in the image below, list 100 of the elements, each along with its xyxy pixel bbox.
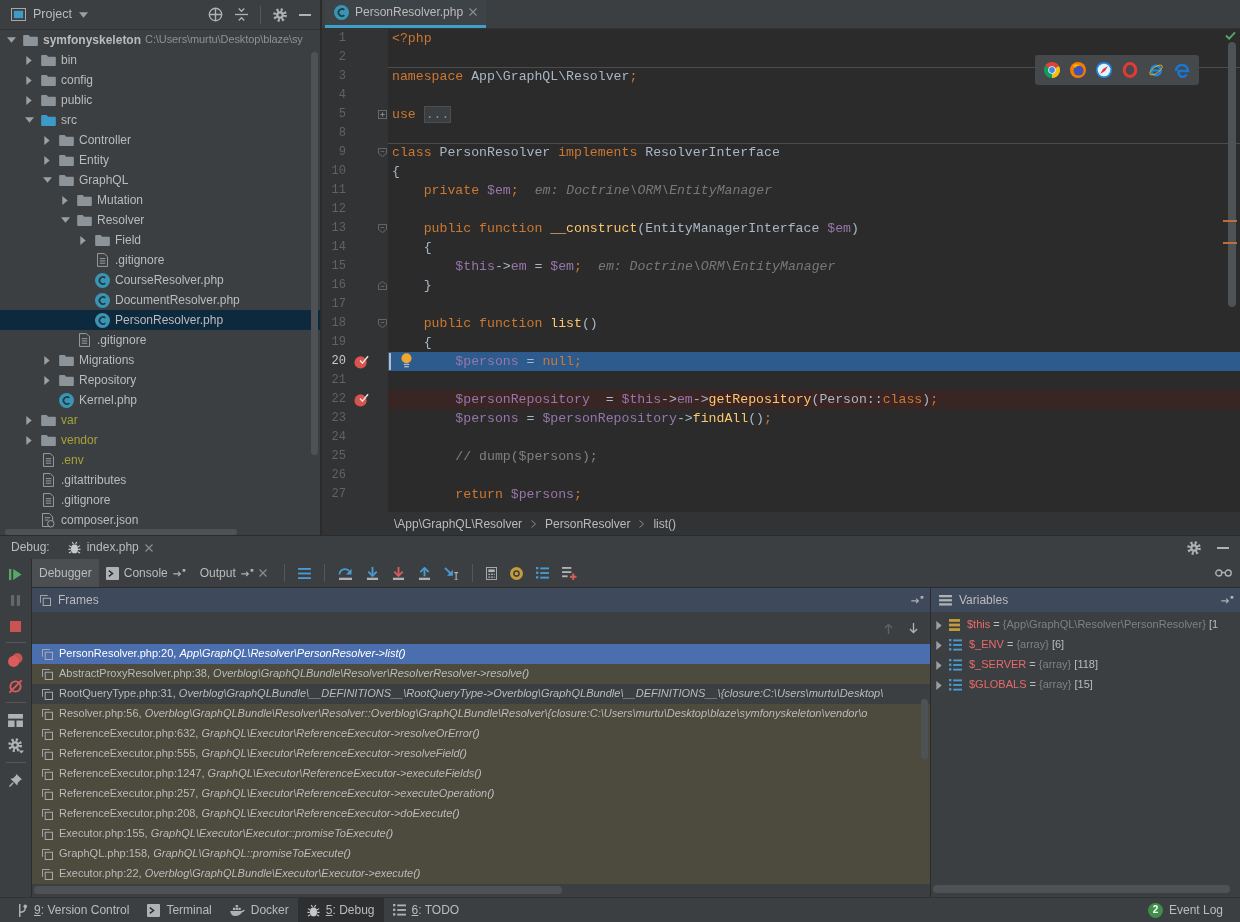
breadcrumb[interactable]: list() xyxy=(653,516,677,532)
tree-item[interactable]: .env xyxy=(61,452,84,468)
tree-item[interactable]: config xyxy=(61,72,94,88)
tree-item[interactable]: bin xyxy=(61,52,77,68)
fold-icon[interactable] xyxy=(377,148,387,157)
mute-breakpoints-icon[interactable] xyxy=(8,678,23,694)
caret-down-icon[interactable] xyxy=(6,37,16,43)
add-watch-icon[interactable] xyxy=(561,566,577,580)
tree-item[interactable]: CourseResolver.php xyxy=(115,272,224,288)
frame-row[interactable]: ReferenceExecutor.php:555, GraphQL\Executor\ReferenceExecutor->resolveField() xyxy=(32,744,930,764)
scrollbar-thumb[interactable] xyxy=(5,529,237,535)
debug-tab[interactable]: Console xyxy=(98,559,193,587)
caret-down-icon[interactable] xyxy=(42,177,52,183)
calculator-icon[interactable] xyxy=(485,566,497,580)
caret-right-icon[interactable] xyxy=(936,640,942,650)
breakpoints-icon[interactable] xyxy=(8,653,23,667)
breakpoint-icon[interactable] xyxy=(353,354,369,369)
caret-right-icon[interactable] xyxy=(80,235,86,245)
tree-item[interactable]: Entity xyxy=(79,152,109,168)
frame-row[interactable]: PersonResolver.php:20, App\GraphQL\Resolver\PersonResolver->list() xyxy=(32,644,930,664)
disc-ring-icon[interactable] xyxy=(509,566,523,580)
layout-icon[interactable] xyxy=(8,713,23,727)
frame-row[interactable]: ReferenceExecutor.php:208, GraphQL\Executor\ReferenceExecutor->doExecute() xyxy=(32,804,930,824)
project-view-selector[interactable]: Project xyxy=(11,6,88,23)
breadcrumb[interactable]: \App\GraphQL\Resolver xyxy=(394,516,523,532)
pin-icon[interactable] xyxy=(9,773,22,787)
step-over-icon[interactable] xyxy=(337,566,353,580)
scrollbar-thumb[interactable] xyxy=(311,52,318,455)
frame-row[interactable]: RootQueryType.php:31, Overblog\GraphQLBundle\__DEFINITIONS__\RootQueryType->Overblog\GraphQLBundle\__DEFINITIONS__\{closure:C:\Users\murtu\Desktop\ xyxy=(32,684,930,704)
tree-item[interactable]: PersonResolver.php xyxy=(115,312,224,328)
tree-item[interactable]: Resolver xyxy=(97,212,145,228)
breadcrumb[interactable]: PersonResolver xyxy=(545,516,631,532)
compass-icon[interactable] xyxy=(1096,62,1112,78)
arrow-dot-icon[interactable] xyxy=(1221,596,1234,604)
caret-right-icon[interactable] xyxy=(26,75,32,85)
tree-item[interactable]: DocumentResolver.php xyxy=(115,292,240,308)
tree-item[interactable]: src xyxy=(61,112,77,128)
caret-down-icon[interactable] xyxy=(60,217,70,223)
caret-right-icon[interactable] xyxy=(936,660,942,670)
caret-right-icon[interactable] xyxy=(26,95,32,105)
tree-item[interactable]: Kernel.php xyxy=(79,392,138,408)
stop-icon[interactable] xyxy=(10,620,21,632)
settings-icon[interactable] xyxy=(1187,540,1201,555)
unfold-icon[interactable] xyxy=(377,110,387,119)
settings-icon[interactable] xyxy=(273,7,287,22)
tree-item[interactable]: Field xyxy=(115,232,141,248)
fold-icon[interactable] xyxy=(377,319,387,328)
caret-right-icon[interactable] xyxy=(44,135,50,145)
caret-right-icon[interactable] xyxy=(44,375,50,385)
event-log-button[interactable]: 2 Event Log xyxy=(1138,898,1232,922)
frame-row[interactable]: AbstractProxyResolver.php:38, Overblog\GraphQLBundle\Resolver\ResolverResolver->resolve() xyxy=(32,664,930,684)
close-icon[interactable] xyxy=(144,543,153,552)
frame-row[interactable]: ReferenceExecutor.php:1247, GraphQL\Executor\ReferenceExecutor->executeFields() xyxy=(32,764,930,784)
lines-icon[interactable] xyxy=(297,567,311,579)
collapse-all-icon[interactable] xyxy=(235,8,248,21)
glasses-icon[interactable] xyxy=(1215,569,1232,577)
tree-item[interactable]: var xyxy=(61,412,78,428)
settings-icon[interactable] xyxy=(7,738,24,754)
tool-window-button[interactable]: Terminal xyxy=(138,898,221,922)
caret-right-icon[interactable] xyxy=(936,680,942,690)
frame-row[interactable]: Executor.php:155, GraphQL\Executor\Executor::promiseToExecute() xyxy=(32,824,930,844)
session-tab[interactable]: index.php xyxy=(67,540,153,555)
list-icon[interactable] xyxy=(535,567,549,579)
tool-window-button[interactable]: 5: Debug xyxy=(297,898,384,922)
step-out-icon[interactable] xyxy=(417,566,431,580)
close-icon[interactable] xyxy=(469,8,478,16)
frame-row[interactable]: ReferenceExecutor.php:632, GraphQL\Executor\ReferenceExecutor->resolveOrError() xyxy=(32,724,930,744)
caret-right-icon[interactable] xyxy=(936,620,942,630)
tool-window-button[interactable]: 9: Version Control xyxy=(8,898,139,922)
tree-item[interactable]: .gitignore xyxy=(97,332,147,348)
editor-tab[interactable]: PersonResolver.php xyxy=(325,0,487,28)
close-icon[interactable] xyxy=(258,569,267,577)
tree-item[interactable]: .gitignore xyxy=(115,252,165,268)
caret-right-icon[interactable] xyxy=(62,195,68,205)
tree-item[interactable]: Migrations xyxy=(79,352,135,368)
tree-item[interactable]: GraphQL xyxy=(79,172,129,188)
caret-right-icon[interactable] xyxy=(44,355,50,365)
breakpoint-icon[interactable] xyxy=(353,392,369,407)
globe-icon[interactable] xyxy=(1070,62,1086,78)
force-step-into-icon[interactable] xyxy=(391,566,405,580)
selected-row[interactable]: PersonResolver.php xyxy=(0,310,320,330)
resume-icon[interactable] xyxy=(9,567,22,581)
fold-icon[interactable] xyxy=(377,224,387,233)
tree-item[interactable]: vendor xyxy=(61,432,98,448)
tree-item[interactable]: composer.json xyxy=(61,512,139,528)
frame-row[interactable]: Executor.php:22, Overblog\GraphQLBundle\Executor\Executor->execute() xyxy=(32,864,930,884)
caret-right-icon[interactable] xyxy=(44,155,50,165)
arrow-dot-icon[interactable] xyxy=(240,569,254,577)
orbit-ring-icon[interactable] xyxy=(1148,62,1164,78)
frame-row[interactable]: GraphQL.php:158, GraphQL\GraphQL::promiseToExecute() xyxy=(32,844,930,864)
minimize-icon[interactable] xyxy=(1217,546,1229,549)
arrow-dot-icon[interactable] xyxy=(172,569,186,577)
tool-window-button[interactable]: Docker xyxy=(220,898,298,922)
tree-item[interactable]: .gitignore xyxy=(61,492,111,508)
frame-row[interactable]: ReferenceExecutor.php:257, GraphQL\Executor\ReferenceExecutor->executeOperation() xyxy=(32,784,930,804)
tool-window-button[interactable]: 6: TODO xyxy=(383,898,469,922)
minimize-icon[interactable] xyxy=(299,13,311,16)
arrow-dot-icon[interactable] xyxy=(911,596,924,604)
lightbulb-icon[interactable] xyxy=(401,353,412,368)
down-arrow-icon[interactable] xyxy=(909,622,918,634)
